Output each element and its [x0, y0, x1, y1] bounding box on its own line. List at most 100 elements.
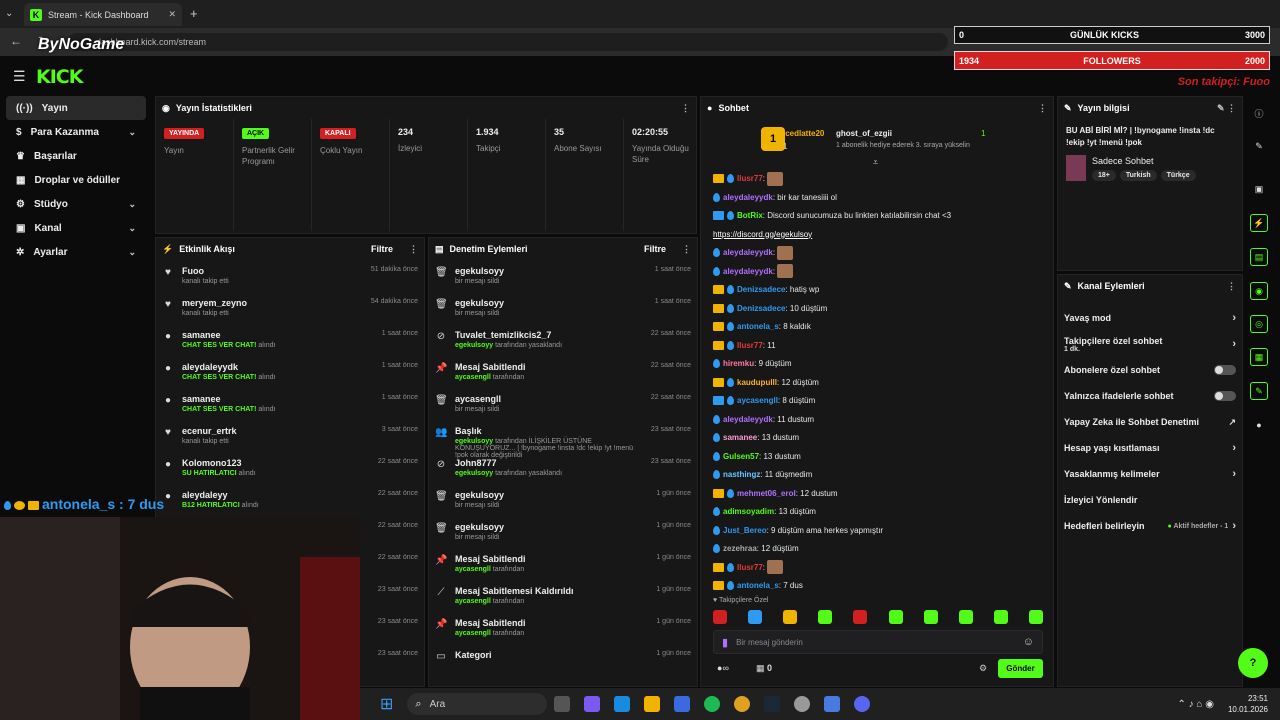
chat-message[interactable]: BotRix: Discord sunucumuza bu linkten ka…	[713, 207, 1049, 226]
emote-icon[interactable]	[818, 610, 833, 624]
feed-item[interactable]: 🗑 egekulsoyy bir mesajı sildi 1 gün önce	[435, 488, 691, 520]
back-icon[interactable]: ←	[10, 34, 22, 48]
chat-username[interactable]: mehmet06_erol	[737, 489, 796, 498]
emote-icon[interactable]	[888, 610, 903, 624]
chat-username[interactable]: Denizsadece	[737, 285, 785, 294]
chat-username[interactable]: Ilusr77	[737, 563, 763, 572]
chat-icon[interactable]: ◉	[1250, 282, 1268, 300]
chat-input[interactable]: ▮ Bir mesaj gönderin ☺	[713, 630, 1043, 654]
feed-item[interactable]: 🗑 aycasengll bir mesajı sildi 22 saat ön…	[435, 392, 691, 424]
gift-recipient[interactable]: ghost_of_ezgii	[836, 129, 892, 138]
chat-username[interactable]: aleydaleyydk	[723, 193, 773, 202]
document-icon[interactable]: ▤	[1250, 248, 1268, 266]
chat-username[interactable]: hiremku	[723, 359, 754, 368]
browser-tab[interactable]: K Stream - Kick Dashboard ✕	[24, 3, 182, 26]
collapse-icon[interactable]: ⩡	[873, 157, 878, 168]
bolt-icon[interactable]: ⚡	[1250, 214, 1268, 232]
feed-item[interactable]: ♥ Fuoo kanalı takip etti 51 dakika önce	[162, 264, 418, 296]
send-button[interactable]: Gönder	[998, 659, 1043, 678]
more-icon[interactable]: ⋮	[1227, 281, 1236, 292]
emote-icon[interactable]	[1028, 610, 1043, 624]
feed-item[interactable]: ● aleydaleyydk CHAT SES VER CHAT! alındı…	[162, 360, 418, 392]
chat-message[interactable]: aleydaleyydk: bir kar tanesiiii ol	[713, 189, 1049, 208]
toggle-switch[interactable]	[1214, 391, 1236, 401]
emote-icon[interactable]	[783, 610, 798, 624]
feed-item[interactable]: 📌 Mesaj Sabitlendi aycasengll tarafından…	[435, 360, 691, 392]
channel-action-item[interactable]: Yasaklanmış kelimeler ›	[1058, 461, 1242, 487]
chat-username[interactable]: nasthingz	[723, 470, 760, 479]
mail-icon[interactable]	[674, 696, 691, 712]
emote-icon[interactable]	[923, 610, 938, 624]
more-icon[interactable]: ⋮	[681, 103, 690, 114]
chat-message[interactable]: Ilusr77:	[713, 559, 1049, 578]
tag-chip[interactable]: Türkçe	[1160, 169, 1196, 181]
feed-item[interactable]: ⊘ John8777 egekulsoyy tarafından yasakla…	[435, 456, 691, 488]
chat-message[interactable]: aycasengll: 8 düştüm	[713, 392, 1049, 411]
chat-settings-icon[interactable]: ⚙	[979, 663, 987, 674]
emote-icon[interactable]: ●	[1250, 416, 1268, 434]
chat-username[interactable]: samanee	[723, 433, 757, 442]
chat-message[interactable]: Gulsen57: 13 dustum	[713, 448, 1049, 467]
chat-message[interactable]: aleydaleyydk:	[713, 263, 1049, 282]
channel-action-item[interactable]: Hedefleri belirleyin ● Aktif hedefler - 1…	[1058, 513, 1242, 539]
feed-item[interactable]: ⟋ Mesaj Sabitlemesi Kaldırıldı aycasengl…	[435, 584, 692, 616]
camera-icon[interactable]: ▣	[1250, 180, 1268, 198]
chat-username[interactable]: kaudupulll	[737, 378, 777, 387]
broadcast-icon[interactable]: ◎	[1250, 315, 1268, 333]
channel-action-item[interactable]: Hesap yaşı kısıtlaması ›	[1058, 435, 1242, 461]
top-gifter-name[interactable]: Icedlatte20	[783, 129, 824, 138]
obs-icon[interactable]	[794, 696, 811, 712]
chat-username[interactable]: aleydaleyydk	[723, 267, 773, 276]
tab-list-icon[interactable]: ⌄	[5, 8, 13, 19]
taskbar-search[interactable]: ⌕ Ara	[407, 693, 548, 715]
menu-icon[interactable]: ☰	[13, 68, 26, 85]
feed-item[interactable]: 📌 Mesaj Sabitlendi aycasengll tarafından…	[435, 616, 691, 648]
chat-message[interactable]: antonela_s: 8 kaldık	[713, 318, 1049, 337]
chat-username[interactable]: Gulsen57	[723, 452, 759, 461]
chat-username[interactable]: aleydaleyydk	[723, 248, 773, 257]
feed-item[interactable]: ● samanee CHAT SES VER CHAT! alındı 1 sa…	[162, 392, 418, 424]
chat-username[interactable]: Just_Bereo	[723, 526, 767, 535]
chat-username[interactable]: antonela_s	[737, 581, 779, 590]
feed-item[interactable]: 🗑 egekulsoyy bir mesajı sildi 1 gün önce	[435, 520, 691, 552]
emote-icon[interactable]	[993, 610, 1008, 624]
chat-username[interactable]: adimsoyadim	[723, 507, 774, 516]
feed-item[interactable]: ♥ meryem_zeyno kanalı takip etti 54 daki…	[162, 296, 418, 328]
feed-item[interactable]: ▭ Kategori 1 gün önce	[435, 648, 691, 680]
new-tab-button[interactable]: +	[190, 6, 198, 21]
chat-message[interactable]: samanee: 13 dustum	[713, 429, 1049, 448]
chat-message[interactable]: Ilusr77: 11	[713, 337, 1049, 356]
channel-action-item[interactable]: Yavaş mod ›	[1058, 305, 1242, 331]
copilot-icon[interactable]	[584, 696, 601, 712]
feed-item[interactable]: ♥ ecenur_ertrk kanalı takip etti 3 saat …	[162, 424, 418, 456]
chat-message[interactable]: nasthingz: 11 düşmedim	[713, 466, 1049, 485]
clock[interactable]: 23:51 10.01.2026	[1228, 693, 1268, 715]
info-icon[interactable]: ⓘ	[1250, 104, 1268, 122]
more-icon[interactable]: ⋮	[682, 244, 691, 255]
windows-start-icon[interactable]: ⊞	[380, 694, 393, 714]
queue-indicator[interactable]: ▦ 0	[756, 663, 772, 674]
discord-icon[interactable]	[854, 696, 871, 712]
sidebar-item-ayarlar[interactable]: ✲ Ayarlar ⌄	[6, 240, 146, 264]
close-tab-icon[interactable]: ✕	[168, 9, 176, 20]
moderation-icon[interactable]: ▦	[1250, 348, 1268, 366]
chat-username[interactable]: antonela_s	[737, 322, 779, 331]
more-icon[interactable]: ⋮	[1038, 103, 1047, 114]
chat-username[interactable]: zezehraa	[723, 544, 757, 553]
feed-item[interactable]: ● aleydaleyy B12 HATIRLATICI alındı 22 s…	[162, 488, 418, 520]
wrench-icon[interactable]: ✎	[1250, 382, 1268, 400]
sidebar-item-para-kazanma[interactable]: $ Para Kazanma ⌄	[6, 120, 146, 144]
app-icon[interactable]	[824, 696, 841, 712]
steam-icon[interactable]	[764, 696, 781, 712]
channel-action-item[interactable]: Yapay Zeka ile Sohbet Denetimi ↗	[1058, 409, 1242, 435]
channel-action-item[interactable]: Yalnızca ifadelerle sohbet	[1058, 383, 1242, 409]
chat-message[interactable]: aleydaleyydk:	[713, 244, 1049, 263]
task-view-icon[interactable]	[554, 696, 571, 712]
sidebar-item-basarilar[interactable]: ♛ Başarılar	[6, 144, 146, 168]
filter-button[interactable]: Filtre	[644, 244, 666, 254]
spotify-icon[interactable]	[704, 696, 721, 712]
emote-icon[interactable]	[958, 610, 973, 624]
chat-username[interactable]: aleydaleyydk	[723, 415, 773, 424]
chrome-icon[interactable]	[734, 696, 751, 712]
chat-username[interactable]: aycasengll	[737, 396, 778, 405]
